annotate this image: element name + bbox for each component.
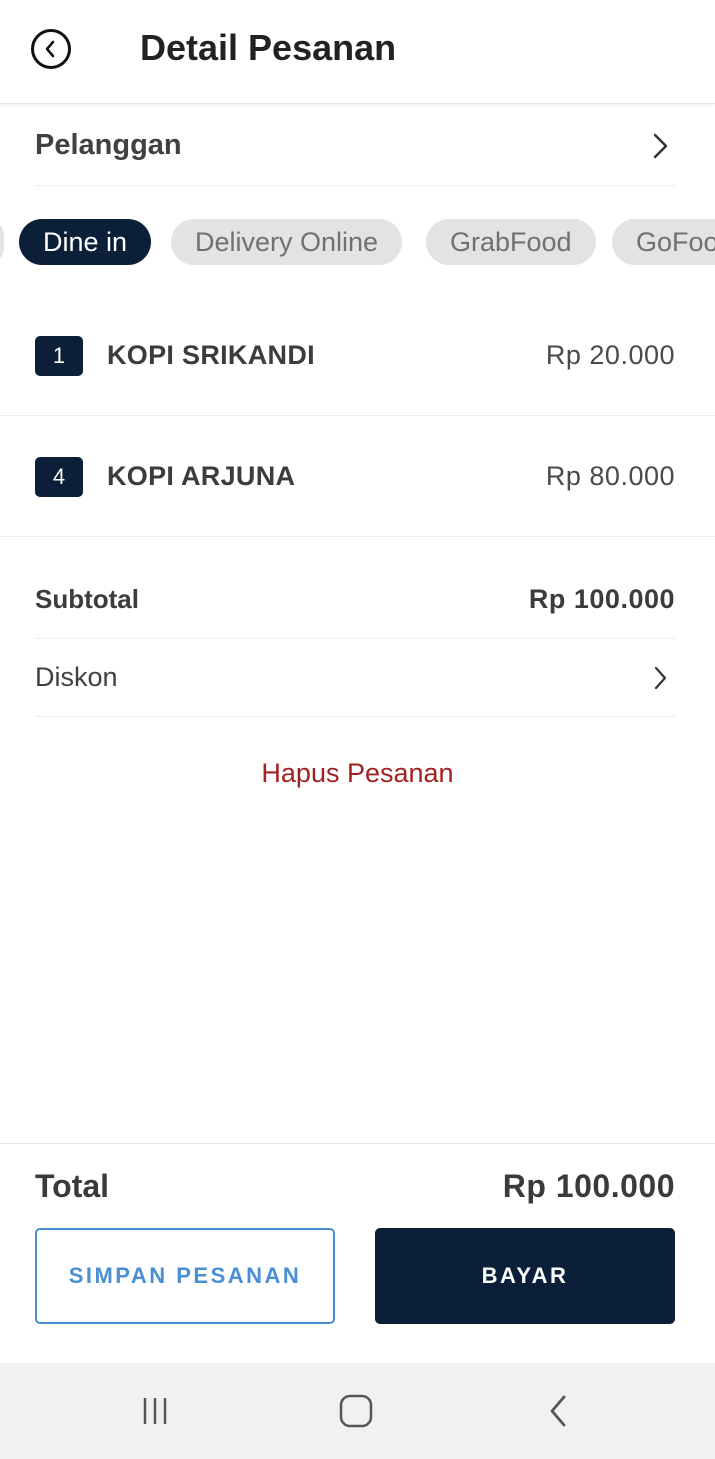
chevron-right-icon [645,131,675,161]
order-item[interactable]: 1 KOPI SRIKANDI Rp 20.000 [0,296,715,416]
discount-label: Diskon [35,662,118,692]
order-detail-screen: Detail Pesanan Pelanggan Dine in Deliver… [0,0,715,1459]
subtotal-label: Subtotal [35,584,139,614]
home-icon [339,1394,373,1428]
total-value: Rp 100.000 [502,1168,675,1204]
recents-icon [143,1398,167,1424]
chevron-right-icon [645,663,675,693]
chip-delivery-online[interactable]: Delivery Online [171,219,403,265]
total-label: Total [35,1168,110,1204]
quantity-badge: 1 [35,336,83,376]
subtotal-row: Subtotal Rp 100.000 [35,561,675,639]
nav-back-button[interactable] [538,1391,578,1431]
system-nav-bar [0,1363,715,1459]
checkout-panel: Total Rp 100.000 SIMPAN PESANAN BAYAR [0,1143,715,1363]
chip-hidden-left[interactable] [0,219,4,265]
page-title: Detail Pesanan [140,27,397,68]
subtotal-value: Rp 100.000 [528,584,675,614]
order-type-chips: Dine in Delivery Online GrabFood GoFood [0,219,715,265]
delete-order-link[interactable]: Hapus Pesanan [0,758,715,789]
customer-label: Pelanggan [35,129,182,161]
nav-back-icon [550,1395,566,1427]
app-header: Detail Pesanan [0,0,715,104]
item-price: Rp 20.000 [545,340,675,370]
back-circle-icon [45,40,55,58]
discount-row[interactable]: Diskon [35,639,675,717]
recents-button[interactable] [135,1391,175,1431]
order-item[interactable]: 4 KOPI ARJUNA Rp 80.000 [0,417,715,537]
chip-grabfood[interactable]: GrabFood [426,219,596,265]
save-order-button[interactable]: SIMPAN PESANAN [35,1228,335,1324]
customer-row[interactable]: Pelanggan [35,106,675,186]
item-name: KOPI ARJUNA [107,461,296,491]
quantity-badge: 4 [35,457,83,497]
home-button[interactable] [336,1391,376,1431]
item-price: Rp 80.000 [545,461,675,491]
chip-gofood[interactable]: GoFood [612,219,715,265]
back-button[interactable] [31,29,71,69]
item-name: KOPI SRIKANDI [107,340,315,370]
chip-dine-in[interactable]: Dine in [19,219,152,265]
pay-button[interactable]: BAYAR [375,1228,675,1324]
